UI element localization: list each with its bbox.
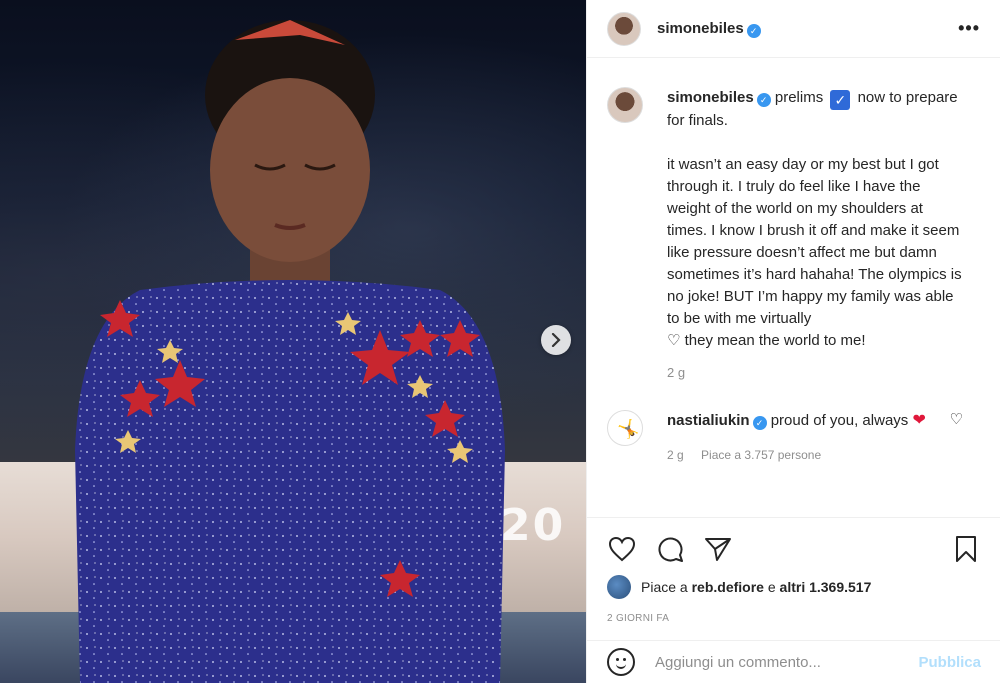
post-photo[interactable]: 20	[0, 0, 586, 683]
more-options-icon[interactable]: •••	[958, 18, 980, 39]
commenter-avatar[interactable]: 🤸	[607, 410, 643, 446]
comment-text: nastialiukin ✓ proud of you, always ❤ 2 g…	[667, 410, 967, 466]
caption-time: 2 g	[667, 365, 686, 380]
next-photo-button[interactable]	[541, 325, 571, 355]
chevron-right-icon	[551, 333, 561, 347]
comment-button[interactable]	[653, 532, 687, 566]
liker-username[interactable]: reb.defiore	[692, 579, 764, 595]
caption-avatar[interactable]	[607, 87, 643, 123]
comment-meta: 2 g Piace a 3.757 persone	[667, 444, 967, 466]
liker-avatar[interactable]	[607, 575, 631, 599]
post-timestamp[interactable]: 2 GIORNI FA	[607, 613, 669, 624]
save-button[interactable]	[949, 532, 983, 566]
add-comment-bar: Pubblica	[587, 640, 1000, 683]
comment-likes[interactable]: Piace a 3.757 persone	[701, 448, 821, 462]
share-button[interactable]	[701, 532, 735, 566]
caption-prelims: prelims	[774, 89, 824, 106]
likes-count[interactable]: altri 1.369.517	[780, 579, 872, 595]
caption-text: simonebiles ✓ prelims ✓ now to prepare fo…	[667, 87, 967, 384]
comment-like-icon[interactable]: ♡	[950, 410, 963, 428]
comment-input[interactable]	[655, 653, 895, 671]
comments-list: simonebiles ✓ prelims ✓ now to prepare fo…	[587, 59, 1000, 517]
author-avatar[interactable]	[607, 11, 641, 46]
verified-badge-icon: ✓	[752, 416, 767, 430]
verified-badge-icon: ✓	[746, 23, 761, 38]
gymnast-avatar-icon: 🤸	[617, 419, 640, 439]
bookmark-icon	[956, 536, 976, 562]
caption-body: it wasn’t an easy day or my best but I g…	[667, 156, 962, 349]
comment-item: 🤸 nastialiukin ✓ proud of you, always ❤ 2…	[607, 410, 981, 466]
caption-username[interactable]: simonebiles	[667, 89, 754, 106]
check-box-icon: ✓	[830, 90, 851, 110]
heart-icon	[608, 536, 636, 562]
like-button[interactable]	[605, 532, 639, 566]
author-username[interactable]: simonebiles ✓	[657, 20, 761, 38]
emoji-icon[interactable]	[607, 648, 635, 676]
paper-plane-icon	[705, 538, 731, 561]
white-heart-icon: ♡	[667, 332, 681, 349]
gymnast-figure	[75, 20, 505, 683]
commenter-username[interactable]: nastialiukin	[667, 412, 750, 429]
verified-badge-icon: ✓	[756, 93, 771, 107]
caption: simonebiles ✓ prelims ✓ now to prepare fo…	[607, 87, 981, 384]
post-actions	[587, 517, 1000, 583]
post-side-panel: simonebiles ✓ ••• simonebiles ✓ prelims ✓ …	[586, 0, 1000, 683]
comment-time: 2 g	[667, 448, 684, 462]
post-header: simonebiles ✓ •••	[587, 0, 1000, 58]
publish-button[interactable]: Pubblica	[918, 654, 981, 671]
likes-summary: Piace a reb.defiore e altri 1.369.517	[607, 575, 871, 599]
red-heart-icon: ❤	[912, 412, 926, 429]
comment-bubble-icon	[658, 537, 683, 562]
